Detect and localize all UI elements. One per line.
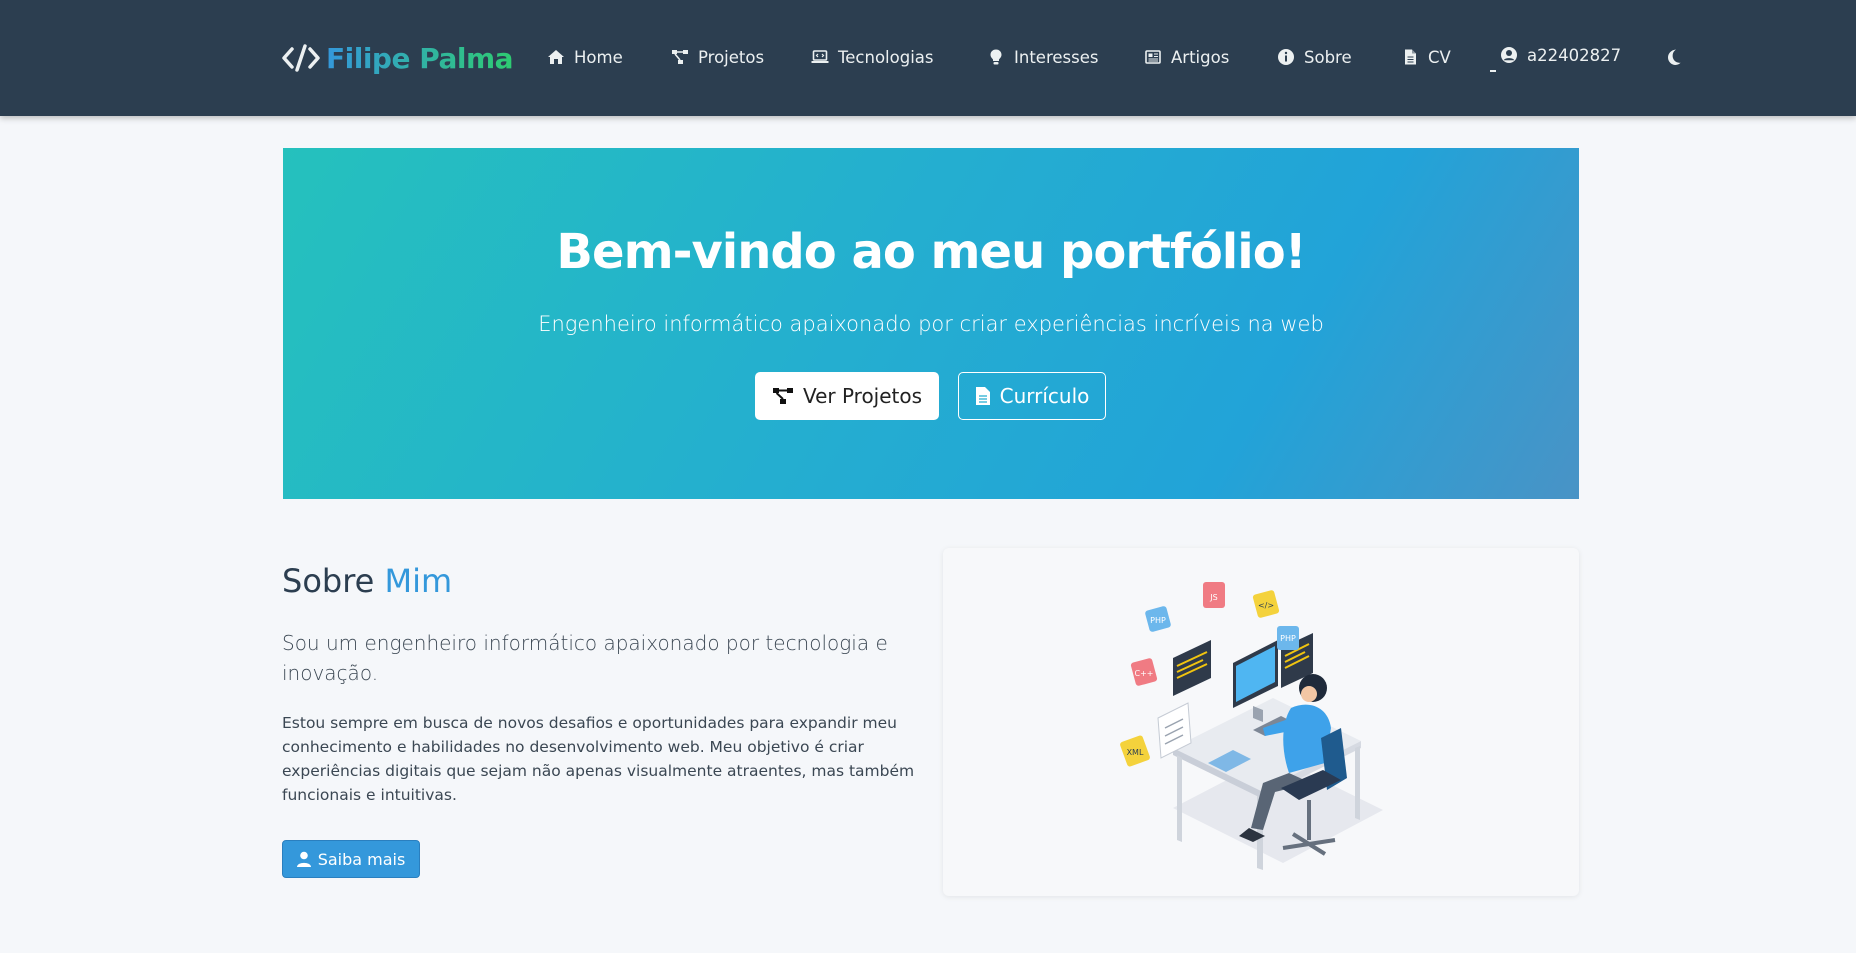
nav-tecnologias[interactable]: Tecnologias xyxy=(811,44,934,70)
hero-banner: Bem-vindo ao meu portfólio! Engenheiro i… xyxy=(283,148,1579,499)
html-tag: </> xyxy=(1258,601,1274,610)
js-tag: JS xyxy=(1209,593,1217,602)
nav-sobre-label: Sobre xyxy=(1304,47,1352,67)
about-title: Sobre Mim xyxy=(282,562,452,600)
curriculo-label: Currículo xyxy=(999,384,1090,408)
about-title-plain: Sobre xyxy=(282,562,375,600)
laptop-code-icon xyxy=(811,50,829,63)
caret-icon xyxy=(1490,70,1496,72)
user-icon xyxy=(296,851,311,867)
xml-tag: XML xyxy=(1127,748,1144,757)
nav-sobre[interactable]: Sobre xyxy=(1277,44,1352,70)
theme-toggle-button[interactable] xyxy=(1660,44,1686,70)
project-diagram-icon xyxy=(672,50,688,64)
nav-home[interactable]: Home xyxy=(547,44,623,70)
nav-artigos[interactable]: Artigos xyxy=(1144,44,1229,70)
nav-artigos-label: Artigos xyxy=(1171,47,1230,67)
file-icon xyxy=(1405,49,1416,65)
newspaper-icon xyxy=(1145,50,1161,64)
about-lead: Sou um engenheiro informático apaixonado… xyxy=(282,631,888,685)
ver-projetos-label: Ver Projetos xyxy=(802,384,923,408)
user-circle-icon xyxy=(1501,47,1517,63)
file-icon xyxy=(975,387,990,405)
nav-projetos[interactable]: Projetos xyxy=(671,44,764,70)
nav-interesses[interactable]: Interesses xyxy=(987,44,1098,70)
about-title-accent: Mim xyxy=(384,562,453,600)
hero-subtitle: Engenheiro informático apaixonado por cr… xyxy=(538,312,1324,336)
saiba-mais-label: Saiba mais xyxy=(317,849,406,869)
about-text: Estou sempre em busca de novos desafios … xyxy=(282,714,915,804)
ver-projetos-button[interactable]: Ver Projetos xyxy=(755,372,939,420)
cpp-tag: C++ xyxy=(1135,669,1154,678)
nav-projetos-label: Projetos xyxy=(698,47,765,67)
nav-user-menu[interactable]: a22402827 xyxy=(1490,42,1622,72)
brand-logo[interactable]: Filipe Palma xyxy=(282,38,514,78)
nav-cv-label: CV xyxy=(1428,47,1451,67)
moon-icon xyxy=(1668,49,1681,65)
info-circle-icon xyxy=(1278,49,1294,65)
curriculo-button[interactable]: Currículo xyxy=(958,372,1106,420)
illustration-card: PHP JS </> PHP C++ XML xyxy=(943,548,1579,896)
nav-interesses-label: Interesses xyxy=(1014,47,1099,67)
nav-user-label: a22402827 xyxy=(1527,45,1622,65)
project-diagram-icon xyxy=(772,388,793,404)
php-tag: PHP xyxy=(1150,616,1166,625)
hero-title: Bem-vindo ao meu portfólio! xyxy=(556,224,1306,280)
nav-home-label: Home xyxy=(574,47,623,67)
nav-cv[interactable]: CV xyxy=(1401,44,1451,70)
lightbulb-icon xyxy=(990,49,1002,65)
developer-illustration: PHP JS </> PHP C++ XML xyxy=(1120,582,1383,870)
nav-tecnologias-label: Tecnologias xyxy=(838,47,934,67)
home-icon xyxy=(548,50,564,64)
brand-name: Filipe Palma xyxy=(326,41,514,75)
code-icon xyxy=(282,42,320,74)
navbar: Filipe Palma Home Projetos Tecnologias I… xyxy=(0,0,1856,116)
php-tag-2: PHP xyxy=(1280,634,1296,643)
saiba-mais-button[interactable]: Saiba mais xyxy=(282,840,420,878)
